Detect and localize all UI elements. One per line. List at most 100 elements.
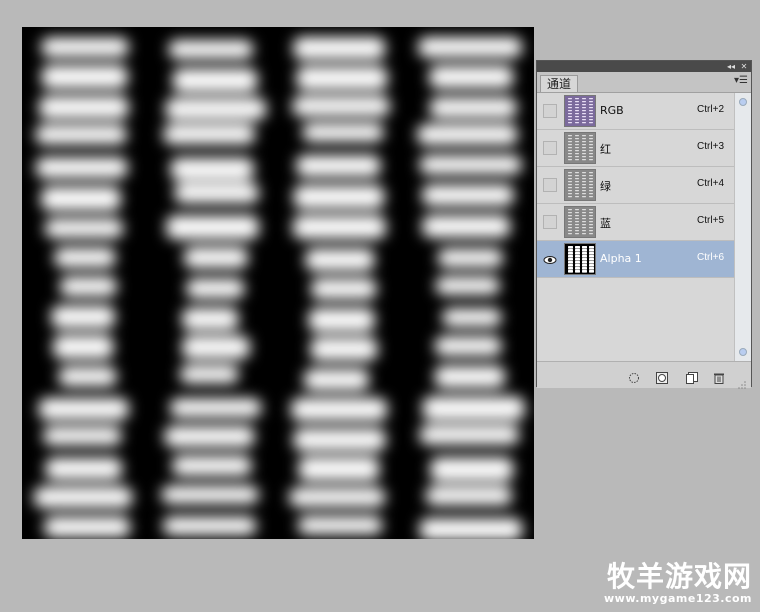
channel-shortcut: Ctrl+4 [697,178,724,189]
text-blob [162,516,257,536]
text-blob [296,66,388,90]
site-watermark: 牧羊游戏网 www.mygame123.com [604,560,752,606]
text-blob [429,97,517,118]
text-blob [165,98,267,120]
text-blob [54,247,116,268]
text-blob [35,157,128,179]
channel-shortcut: Ctrl+2 [697,104,724,115]
text-blob [292,215,386,239]
text-blob [40,186,121,211]
text-blob [418,37,523,58]
tab-channels[interactable]: 通道 [540,75,579,92]
text-blob [293,185,385,209]
text-blob [308,308,375,332]
channel-name: Alpha 1 [600,252,642,265]
close-icon[interactable]: ✕ [738,61,750,72]
channel-name: RGB [600,104,624,117]
text-blob [421,184,514,206]
channel-row-red[interactable]: 红 Ctrl+3 [537,130,734,167]
channel-row-alpha-1[interactable]: Alpha 1 Ctrl+6 [537,241,734,278]
channel-name: 绿 [600,180,611,193]
channel-list: RGB Ctrl+2 红 Ctrl+3 绿 Ctrl+4 蓝 Ctrl+5 Al… [537,93,734,361]
text-blob [44,218,124,238]
panel-footer [537,361,751,389]
text-blob [179,365,239,384]
visibility-toggle[interactable] [543,141,557,155]
text-blob [293,37,386,60]
text-blob [425,486,513,506]
save-selection-icon[interactable] [656,369,668,384]
text-blob [437,248,504,268]
text-blob [441,308,502,327]
text-blob [161,485,259,504]
text-blob [429,65,514,89]
panel-menu-icon[interactable]: ▾☰ [734,75,748,86]
text-blob [45,457,123,480]
text-blob [172,68,258,93]
channel-row-green[interactable]: 绿 Ctrl+4 [537,167,734,204]
new-channel-icon[interactable] [686,369,698,384]
text-blob [174,183,260,204]
panel-title-bar: ◂◂ ✕ [537,61,751,72]
text-blob [292,96,391,117]
text-blob [186,278,245,299]
visibility-toggle[interactable] [543,215,557,229]
text-blob [310,337,378,361]
resize-grip-icon[interactable] [737,375,747,389]
text-blob [296,155,381,177]
channels-panel: ◂◂ ✕ 通道 ▾☰ RGB Ctrl+2 红 Ctrl+3 绿 Ctrl+4 … [536,60,752,389]
text-blob [168,40,254,59]
panel-tab-row: 通道 ▾☰ [537,72,751,93]
alpha-channel-canvas[interactable] [22,27,534,539]
text-blob [59,276,118,297]
text-blob [422,215,511,238]
text-blob [419,425,520,445]
visibility-toggle[interactable] [543,104,557,118]
channel-shortcut: Ctrl+5 [697,215,724,226]
text-blob [434,365,506,388]
collapse-icon[interactable]: ◂◂ [725,61,737,72]
text-blob [41,37,129,57]
text-blob [181,335,250,359]
text-blob [302,123,384,142]
channel-name: 红 [600,143,611,156]
text-blob [38,398,129,420]
scroll-up-icon[interactable] [739,98,747,106]
text-blob [169,398,262,418]
channel-list-scrollbar[interactable] [734,93,751,361]
text-blob [164,426,255,447]
channel-row-blue[interactable]: 蓝 Ctrl+5 [537,204,734,241]
scroll-down-icon[interactable] [739,348,747,356]
channel-thumbnail [564,169,596,201]
channel-thumbnail [564,95,596,127]
text-blob [183,247,249,269]
text-blob [303,368,370,391]
text-blob [42,426,122,446]
text-blob [293,428,386,451]
channel-row-rgb[interactable]: RGB Ctrl+2 [537,93,734,130]
channel-thumbnail [564,132,596,164]
text-blob [435,276,501,295]
text-blob [310,278,377,299]
text-blob [298,456,380,481]
load-selection-icon[interactable] [628,369,640,383]
channel-thumbnail [564,206,596,238]
delete-channel-icon[interactable] [713,369,725,384]
channel-name: 蓝 [600,217,611,230]
watermark-url: www.mygame123.com [604,592,752,605]
text-blob [58,366,117,387]
text-blob [430,457,514,482]
text-blob [289,487,386,507]
text-blob [33,486,133,508]
channel-shortcut: Ctrl+3 [697,141,724,152]
text-blob [422,396,525,421]
eye-icon[interactable] [543,252,557,266]
text-blob [163,124,256,145]
visibility-toggle[interactable] [543,178,557,192]
text-blob [417,124,518,145]
text-blob [434,336,502,356]
text-blob [305,248,375,271]
text-blob [35,125,127,145]
text-blob [41,65,128,89]
watermark-chinese: 牧羊游戏网 [606,560,752,593]
